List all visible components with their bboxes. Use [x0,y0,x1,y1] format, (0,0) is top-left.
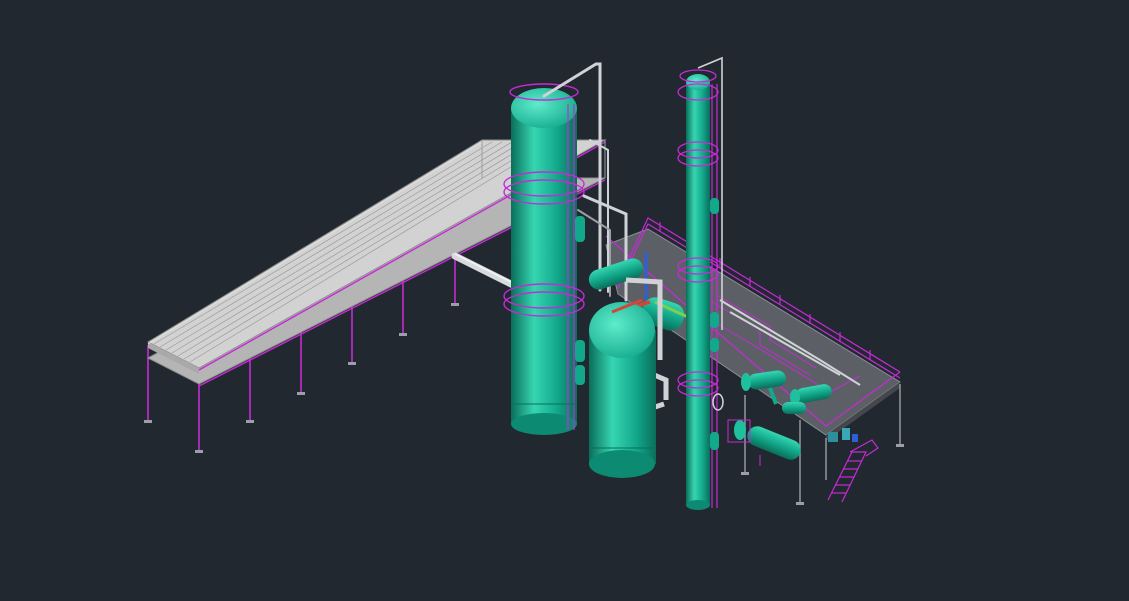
large-distillation-column [503,83,585,435]
column-2-shell [686,82,710,504]
access-stair [827,439,879,503]
cad-viewport[interactable] [0,0,1129,601]
column-2-bottom [686,500,710,510]
column-1-shell [511,108,577,424]
horizontal-exchanger [727,419,801,466]
platform-leg-feet [741,444,904,505]
column-2-nozzles [710,198,719,450]
column-1-bottom [511,413,577,435]
vertical-drum-vessel [589,298,656,478]
plant-model [144,56,904,510]
drum-bottom [589,450,655,478]
drum-top-cap [589,302,655,358]
column-1-top-cap [511,88,577,128]
rack-pipe [451,252,519,290]
